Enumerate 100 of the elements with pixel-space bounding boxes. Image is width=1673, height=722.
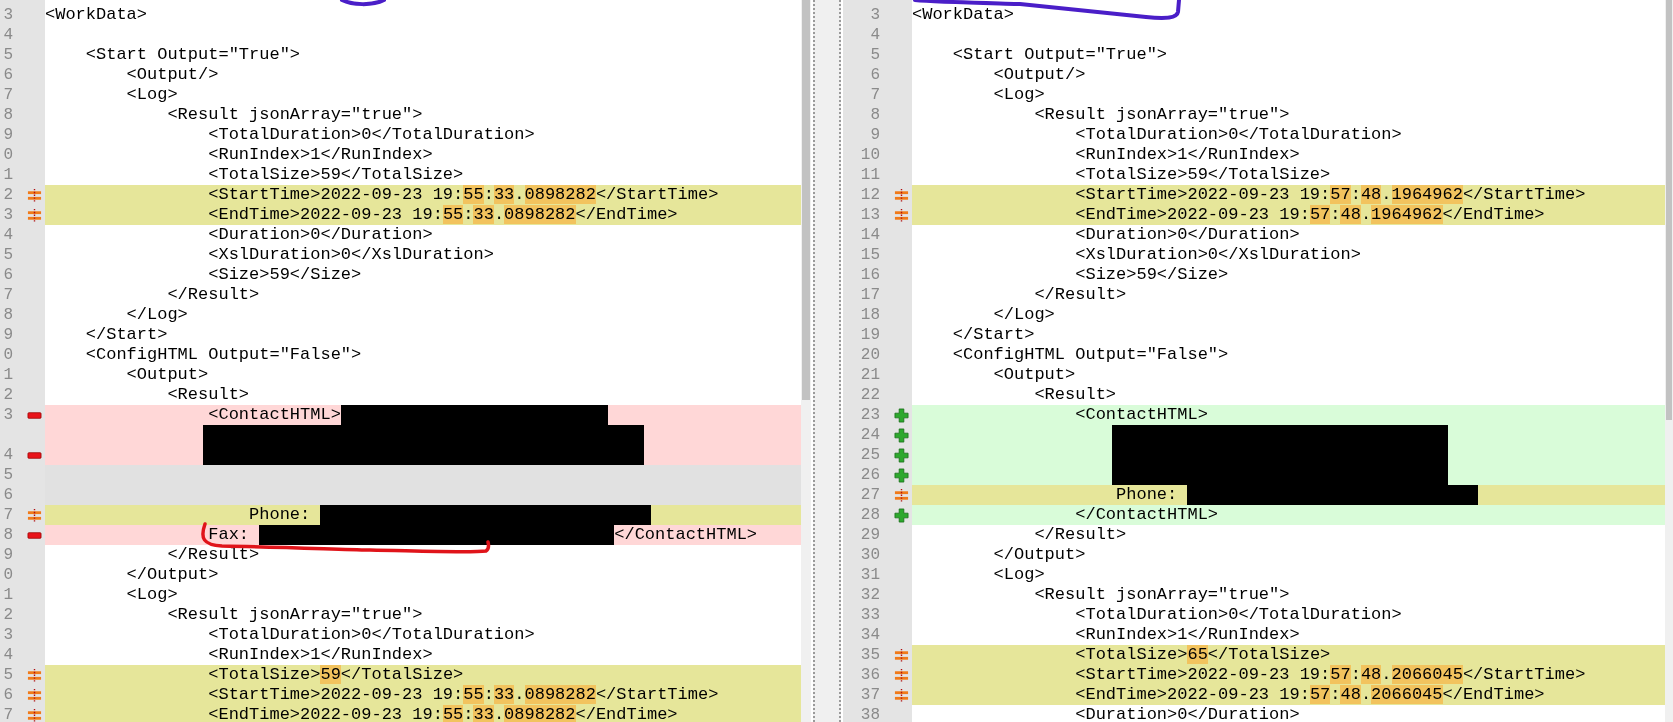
code-line: <TotalSize>65</TotalSize> xyxy=(1074,645,1331,665)
changed-line-icon xyxy=(894,647,909,663)
changed-line-icon xyxy=(894,487,909,503)
line-number: 6 xyxy=(869,65,880,85)
line-number: 3 xyxy=(2,5,13,25)
line-number: 5 xyxy=(2,245,13,265)
code-line: <RunIndex>1</RunIndex> xyxy=(1074,625,1300,645)
code-line: <Duration>0</Duration> xyxy=(207,225,433,245)
line-number: 31 xyxy=(859,565,880,585)
plus-icon xyxy=(894,407,909,423)
code-line: <WorkData> xyxy=(45,5,148,25)
line-number: 7 xyxy=(2,505,13,525)
line-number: 13 xyxy=(859,205,880,225)
plus-icon xyxy=(894,427,909,443)
code-line: <Start Output="True"> xyxy=(951,45,1168,65)
line-number: 7 xyxy=(869,85,880,105)
code-line: <StartTime>2022-09-23 19:57:48.2066045</StartTime> xyxy=(1074,665,1586,685)
line-number: 18 xyxy=(859,305,880,325)
code-line: <Log> xyxy=(992,565,1045,585)
scrollbar-thumb[interactable] xyxy=(802,0,810,400)
changed-line-icon xyxy=(27,687,42,703)
code-line: <Duration>0</Duration> xyxy=(1074,225,1300,245)
code-line: <Result> xyxy=(1033,385,1117,405)
code-line: <Result jsonArray="true"> xyxy=(1033,105,1290,125)
line-number: 38 xyxy=(859,705,880,722)
code-line: <XslDuration>0</XslDuration> xyxy=(1074,245,1361,265)
code-line: <Result jsonArray="true"> xyxy=(166,105,423,125)
code-line: <Result jsonArray="true"> xyxy=(166,605,423,625)
line-number: 2 xyxy=(2,605,13,625)
code-line: <EndTime>2022-09-23 19:55:33.0898282</EndTime> xyxy=(207,205,678,225)
changed-line-icon xyxy=(27,667,42,683)
changed-line-icon xyxy=(894,667,909,683)
code-line: </Result> xyxy=(1033,285,1127,305)
code-line: <ContactHTML> xyxy=(1074,405,1208,425)
code-line: <Output> xyxy=(125,365,209,385)
code-line: <Output> xyxy=(992,365,1076,385)
code-line: <RunIndex>1</RunIndex> xyxy=(1074,145,1300,165)
line-number: 5 xyxy=(869,45,880,65)
line-number: 9 xyxy=(2,545,13,565)
scrollbar-thumb[interactable] xyxy=(1666,0,1672,420)
code-line: <EndTime>2022-09-23 19:55:33.0898282</EndTime> xyxy=(207,705,678,722)
line-number: 1 xyxy=(2,365,13,385)
line-number: 24 xyxy=(859,425,880,445)
code-line: <StartTime>2022-09-23 19:55:33.0898282</StartTime> xyxy=(207,685,719,705)
line-number: 20 xyxy=(859,345,880,365)
line-number: 7 xyxy=(2,85,13,105)
line-number: 0 xyxy=(2,565,13,585)
line-number: 5 xyxy=(2,665,13,685)
code-line: </Log> xyxy=(125,305,188,325)
line-number: 1 xyxy=(2,585,13,605)
line-number: 4 xyxy=(2,445,13,465)
line-number: 32 xyxy=(859,585,880,605)
line-number: 8 xyxy=(869,105,880,125)
line-number: 22 xyxy=(859,385,880,405)
code-line: <Result jsonArray="true"> xyxy=(1033,585,1290,605)
code-line: <TotalDuration>0</TotalDuration> xyxy=(207,625,535,645)
line-number: 3 xyxy=(869,5,880,25)
code-line: <ConfigHTML Output="False"> xyxy=(84,345,362,365)
annotation-stroke xyxy=(340,0,386,7)
line-number: 9 xyxy=(2,325,13,345)
line-number: 1 xyxy=(2,165,13,185)
line-number: 2 xyxy=(2,185,13,205)
pane-splitter[interactable] xyxy=(813,0,841,722)
code-line: <Result> xyxy=(166,385,250,405)
code-line: <Output/> xyxy=(992,65,1086,85)
code-line: <RunIndex>1</RunIndex> xyxy=(207,645,433,665)
line-number: 23 xyxy=(859,405,880,425)
line-number: 6 xyxy=(2,485,13,505)
line-number: 6 xyxy=(2,65,13,85)
line-number: 17 xyxy=(859,285,880,305)
line-number: 7 xyxy=(2,705,13,722)
line-number: 33 xyxy=(859,605,880,625)
line-number: 37 xyxy=(859,685,880,705)
code-line: <XslDuration>0</XslDuration> xyxy=(207,245,494,265)
line-number: 27 xyxy=(859,485,880,505)
code-line: </Output> xyxy=(125,565,219,585)
code-line: <Output/> xyxy=(125,65,219,85)
line-number: 3 xyxy=(2,625,13,645)
line-number: 9 xyxy=(2,125,13,145)
code-line: Phone: xyxy=(1115,485,1179,505)
plus-icon xyxy=(894,467,909,483)
changed-line-icon xyxy=(27,207,42,223)
code-line: <Start Output="True"> xyxy=(84,45,301,65)
changed-line-icon xyxy=(894,687,909,703)
code-line: <Log> xyxy=(125,585,178,605)
code-line: </Start> xyxy=(84,325,168,345)
line-number: 25 xyxy=(859,445,880,465)
code-line: <EndTime>2022-09-23 19:57:48.1964962</EndTime> xyxy=(1074,205,1545,225)
plus-icon xyxy=(894,507,909,523)
code-line: <WorkData> xyxy=(912,5,1015,25)
code-line: <Log> xyxy=(992,85,1045,105)
line-number: 10 xyxy=(859,145,880,165)
code-line: <TotalDuration>0</TotalDuration> xyxy=(1074,125,1402,145)
line-number: 0 xyxy=(2,145,13,165)
line-number: 8 xyxy=(2,105,13,125)
code-line: <RunIndex>1</RunIndex> xyxy=(207,145,433,165)
line-number: 30 xyxy=(859,545,880,565)
line-number: 4 xyxy=(2,645,13,665)
code-line: <EndTime>2022-09-23 19:57:48.2066045</EndTime> xyxy=(1074,685,1545,705)
code-line: </Output> xyxy=(992,545,1086,565)
